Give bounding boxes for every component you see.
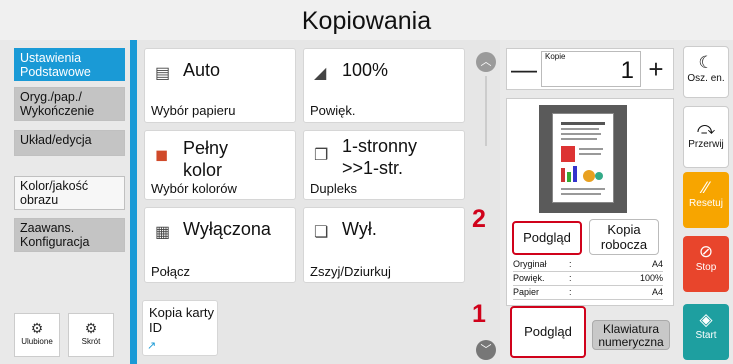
sidebar-item-original-paper-finishing[interactable]: Oryg./pap./ Wykończenie: [14, 87, 125, 121]
combine-value: Wyłączona: [183, 219, 271, 239]
duplex-value: 1-stronny >>1-str.: [342, 136, 418, 178]
paper-value: Auto: [183, 60, 221, 80]
start-label: Start: [695, 330, 717, 341]
scroll-down-icon[interactable]: ﹀: [476, 340, 496, 360]
zoom-key: Powięk.: [513, 273, 545, 283]
staple-punch-tile[interactable]: ❏ Wył. Zszyj/Dziurkuj: [303, 207, 465, 283]
paper-selection-tile[interactable]: ▤ Auto Wybór papieru: [144, 48, 296, 123]
settings-tiles-pane: ▤ Auto Wybór papieru ◢ 100% Powięk. ◼ Pe…: [137, 40, 472, 364]
reset-label: Resetuj: [689, 198, 723, 209]
favorites-label: Ulubione: [21, 337, 53, 346]
callout-badge-two: 2: [472, 205, 486, 233]
staple-label: Zszyj/Dziurkuj: [310, 264, 391, 279]
original-key: Oryginał: [513, 259, 547, 269]
reset-icon: ⁄⁄: [703, 178, 709, 197]
combine-icon: ▦: [155, 224, 171, 241]
favorites-button[interactable]: ⚙ Ulubione: [14, 313, 60, 357]
paper-colon: :: [569, 287, 572, 297]
scroll-track[interactable]: [485, 76, 487, 146]
scroll-up-icon[interactable]: ︿: [476, 52, 496, 72]
stop-label: Stop: [695, 262, 717, 273]
color-value: Pełny kolor: [183, 138, 229, 180]
zoom-tile[interactable]: ◢ 100% Powięk.: [303, 48, 465, 123]
paper-info-row: Papier : A4: [513, 287, 663, 300]
shortcut-arrow-icon: ↗: [147, 340, 157, 352]
start-icon: ◈: [699, 310, 713, 329]
zoom-colon: :: [569, 273, 572, 283]
sidebar-item-layout-edit[interactable]: Układ/edycja: [14, 130, 125, 156]
shortcut-button[interactable]: ⚙ Skrót: [68, 313, 114, 357]
stop-button[interactable]: ⊘ Stop: [683, 236, 729, 292]
color-selection-tile[interactable]: ◼ Pełny kolor Wybór kolorów: [144, 130, 296, 200]
color-label: Wybór kolorów: [151, 181, 237, 196]
zoom-info-row: Powięk. : 100%: [513, 273, 663, 286]
copies-field[interactable]: Kopie 1: [541, 51, 641, 87]
shortcut-label: Skrót: [81, 337, 101, 346]
paper-icon: ▤: [155, 65, 171, 82]
callout-badge-one: 1: [472, 300, 486, 328]
active-tab-indicator: [130, 40, 137, 364]
gear-icon: ⚙: [84, 320, 98, 336]
sidebar-item-basic-settings[interactable]: Ustawienia Podstawowe: [14, 48, 125, 81]
interrupt-icon: ⤼: [696, 119, 716, 138]
sidebar-item-color-quality[interactable]: Kolor/jakość obrazu: [14, 176, 125, 210]
document-page-icon: [561, 122, 605, 195]
energy-saver-label: Osz. en.: [687, 73, 725, 84]
sidebar-item-advanced-setup[interactable]: Zaawans. Konfiguracja: [14, 218, 125, 252]
preview-card: Podgląd Kopia robocza Oryginał : A4 Powi…: [506, 98, 674, 306]
document-thumbnail: [539, 105, 627, 213]
staple-value: Wył.: [342, 219, 377, 239]
duplex-tile[interactable]: ❐ 1-stronny >>1-str. Dupleks: [303, 130, 465, 200]
color-icon: ◼: [155, 147, 169, 164]
paper-key: Papier: [513, 287, 540, 297]
interrupt-button[interactable]: ⤼ Przerwij: [683, 106, 729, 168]
original-size-row: Oryginał : A4: [513, 259, 663, 272]
copies-stepper: — Kopie 1 +: [506, 48, 674, 90]
zoom-label: Powięk.: [310, 103, 356, 118]
copies-label: Kopie: [545, 52, 566, 61]
duplex-label: Dupleks: [310, 181, 357, 196]
reset-button[interactable]: ⁄⁄ Resetuj: [683, 172, 729, 228]
id-card-copy-tile[interactable]: Kopia karty ID ↗: [142, 300, 218, 356]
zoom-info-value: 100%: [639, 273, 663, 283]
copies-value: 1: [620, 57, 634, 84]
combine-label: Połącz: [151, 264, 191, 279]
bottom-preview-button[interactable]: Podgląd: [510, 306, 586, 358]
gear-icon: ⚙: [30, 320, 44, 336]
document-page-preview: [552, 113, 614, 203]
zoom-value: 100%: [342, 60, 389, 80]
page-title: Kopiowania: [0, 0, 733, 40]
copy-preview-pane: — Kopie 1 + Podgląd Kopia robocza Orygin…: [500, 40, 680, 364]
increase-copies-button[interactable]: +: [641, 49, 671, 89]
original-value: A4: [651, 259, 663, 269]
function-buttons: ☾ Osz. en. ⤼ Przerwij ⁄⁄ Resetuj ⊘ Stop …: [680, 40, 733, 364]
combine-tile[interactable]: ▦ Wyłączona Połącz: [144, 207, 296, 283]
energy-saver-button[interactable]: ☾ Osz. en.: [683, 46, 729, 98]
decrease-copies-button[interactable]: —: [509, 49, 539, 89]
duplex-icon: ❐: [314, 147, 329, 164]
paper-info-value: A4: [651, 287, 663, 297]
start-button[interactable]: ◈ Start: [683, 304, 729, 360]
zoom-icon: ◢: [314, 65, 327, 82]
draft-copy-button[interactable]: Kopia robocza: [589, 219, 659, 255]
preview-button[interactable]: Podgląd: [512, 221, 582, 255]
numeric-keypad-button[interactable]: Klawiatura numeryczna: [592, 320, 670, 350]
original-colon: :: [569, 259, 572, 269]
paper-label: Wybór papieru: [151, 103, 236, 118]
interrupt-label: Przerwij: [688, 139, 724, 150]
moon-icon: ☾: [698, 53, 714, 72]
stop-icon: ⊘: [698, 242, 714, 261]
staple-icon: ❏: [314, 224, 329, 241]
id-card-copy-label: Kopia karty ID: [149, 305, 215, 335]
